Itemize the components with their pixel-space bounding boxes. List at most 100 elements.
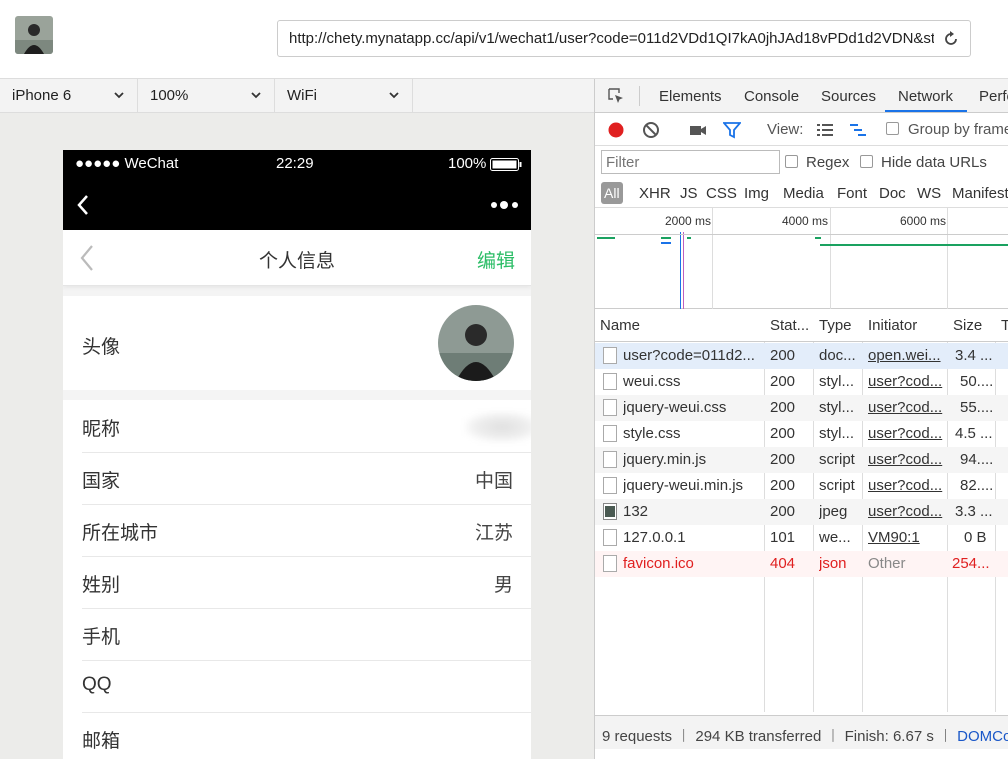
tab-console[interactable]: Console: [744, 88, 799, 105]
column-header-initiator[interactable]: Initiator: [868, 317, 917, 334]
field-label: 手机: [82, 627, 121, 648]
table-row[interactable]: user?code=011d2... 200 doc... open.wei..…: [595, 343, 1008, 369]
avatar-row[interactable]: 头像: [63, 296, 531, 390]
phone-screen: ●●●●● WeChat 22:29 100% 个人信息 编辑 头像 昵称 国家…: [63, 150, 531, 759]
inspect-element-icon[interactable]: [607, 87, 625, 105]
column-header-size[interactable]: Size: [953, 317, 982, 334]
filter-funnel-icon[interactable]: [723, 121, 741, 139]
request-status: 200: [770, 503, 796, 520]
emulator-viewport: ●●●●● WeChat 22:29 100% 个人信息 编辑 头像 昵称 国家…: [0, 113, 594, 759]
request-size: 4.5 ...: [955, 425, 993, 442]
regex-checkbox[interactable]: [785, 155, 798, 168]
request-initiator-link[interactable]: user?cod...: [868, 477, 944, 494]
screenshot-camera-icon[interactable]: [689, 121, 707, 139]
page-header: 个人信息 编辑: [63, 230, 531, 286]
hide-data-urls-checkbox[interactable]: [860, 155, 873, 168]
table-row[interactable]: weui.css 200 styl... user?cod... 50....: [595, 369, 1008, 395]
avatar[interactable]: [438, 305, 514, 381]
file-icon: [603, 451, 617, 468]
back-arrow-icon[interactable]: [75, 193, 91, 217]
network-toolbar: View: Group by frame: [595, 113, 1008, 146]
group-by-frame-checkbox[interactable]: [886, 122, 899, 135]
field-row-city[interactable]: 所在城市 江苏: [63, 504, 531, 556]
table-row[interactable]: jquery.min.js 200 script user?cod... 94.…: [595, 447, 1008, 473]
type-filter-css[interactable]: CSS: [706, 185, 737, 202]
network-select[interactable]: WiFi: [275, 79, 413, 112]
request-size: 82....: [960, 477, 993, 494]
type-filter-media[interactable]: Media: [783, 185, 824, 202]
request-initiator-link[interactable]: open.wei...: [868, 347, 944, 364]
type-filter-font[interactable]: Font: [837, 185, 867, 202]
type-filter-all[interactable]: All: [601, 182, 623, 204]
type-filter-js[interactable]: JS: [680, 185, 698, 202]
request-status: 101: [770, 529, 796, 546]
request-name: weui.css: [623, 373, 681, 390]
field-row-country[interactable]: 国家 中国: [63, 452, 531, 504]
field-value: 男: [493, 575, 513, 596]
network-timeline-overview[interactable]: 2000 ms 4000 ms 6000 ms: [595, 208, 1008, 309]
request-status: 200: [770, 373, 796, 390]
table-row[interactable]: 127.0.0.1 101 we... VM90:1 0 B: [595, 525, 1008, 551]
column-header-status[interactable]: Stat...: [770, 317, 809, 334]
request-type: script: [819, 477, 855, 494]
devtools-tab-bar: Elements Console Sources Network Perfo: [595, 79, 1008, 113]
request-initiator-link[interactable]: user?cod...: [868, 425, 944, 442]
field-row-qq[interactable]: QQ: [63, 660, 531, 712]
field-label: 所在城市: [82, 523, 159, 544]
column-header-name[interactable]: Name: [600, 317, 640, 334]
field-row-phone[interactable]: 手机: [63, 608, 531, 660]
battery-label: 100%: [448, 155, 487, 172]
request-size: 3.4 ...: [955, 347, 993, 364]
column-header-type[interactable]: Type: [819, 317, 852, 334]
list-view-icon[interactable]: [816, 121, 834, 139]
table-row[interactable]: jquery-weui.css 200 styl... user?cod... …: [595, 395, 1008, 421]
app-avatar-icon[interactable]: [15, 16, 53, 54]
filter-bar: Regex Hide data URLs: [595, 146, 1008, 178]
table-row[interactable]: favicon.ico 404 json Other 254...: [595, 551, 1008, 577]
request-initiator-link[interactable]: user?cod...: [868, 451, 944, 468]
request-initiator-link[interactable]: VM90:1: [868, 529, 944, 546]
request-name: jquery.min.js: [623, 451, 707, 468]
field-row-email[interactable]: 邮箱: [63, 712, 531, 759]
tab-sources[interactable]: Sources: [821, 88, 876, 105]
request-name: 132: [623, 503, 649, 520]
type-filter-xhr[interactable]: XHR: [639, 185, 671, 202]
table-row[interactable]: 132 200 jpeg user?cod... 3.3 ...: [595, 499, 1008, 525]
device-toolbar: iPhone 6 100% WiFi: [0, 79, 594, 113]
battery-icon: [490, 158, 522, 171]
file-icon: [603, 373, 617, 390]
request-initiator-link[interactable]: user?cod...: [868, 399, 944, 416]
type-filter-ws[interactable]: WS: [917, 185, 941, 202]
field-label: 邮箱: [82, 731, 121, 752]
request-initiator-link[interactable]: user?cod...: [868, 373, 944, 390]
device-select[interactable]: iPhone 6: [0, 79, 138, 112]
field-row-nickname[interactable]: 昵称: [63, 400, 531, 452]
tab-performance[interactable]: Perfo: [979, 88, 1008, 105]
edit-button[interactable]: 编辑: [477, 246, 515, 273]
request-name: favicon.ico: [623, 555, 694, 572]
request-initiator-link[interactable]: user?cod...: [868, 503, 944, 520]
waterfall-view-icon[interactable]: [849, 121, 867, 139]
active-tab-indicator: [885, 110, 967, 112]
type-filter-img[interactable]: Img: [744, 185, 769, 202]
clear-icon[interactable]: [642, 121, 660, 139]
table-row[interactable]: style.css 200 styl... user?cod... 4.5 ..…: [595, 421, 1008, 447]
request-size: 55....: [960, 399, 993, 416]
url-input[interactable]: http://chety.mynatapp.cc/api/v1/wechat1/…: [289, 30, 934, 47]
request-size: 50....: [960, 373, 993, 390]
request-type: jpeg: [819, 503, 848, 520]
address-bar[interactable]: http://chety.mynatapp.cc/api/v1/wechat1/…: [277, 20, 971, 57]
type-filter-doc[interactable]: Doc: [879, 185, 906, 202]
type-filter-manifest[interactable]: Manifest: [952, 185, 1008, 202]
record-icon[interactable]: [607, 121, 625, 139]
more-dots-icon[interactable]: [489, 199, 521, 211]
tab-network[interactable]: Network: [898, 88, 953, 105]
table-row[interactable]: jquery-weui.min.js 200 script user?cod..…: [595, 473, 1008, 499]
column-header-time[interactable]: T: [1001, 317, 1008, 334]
request-type: doc...: [819, 347, 856, 364]
zoom-select[interactable]: 100%: [138, 79, 275, 112]
field-row-gender[interactable]: 姓别 男: [63, 556, 531, 608]
tab-elements[interactable]: Elements: [659, 88, 722, 105]
reload-icon[interactable]: [942, 30, 960, 48]
filter-input[interactable]: [601, 150, 780, 174]
